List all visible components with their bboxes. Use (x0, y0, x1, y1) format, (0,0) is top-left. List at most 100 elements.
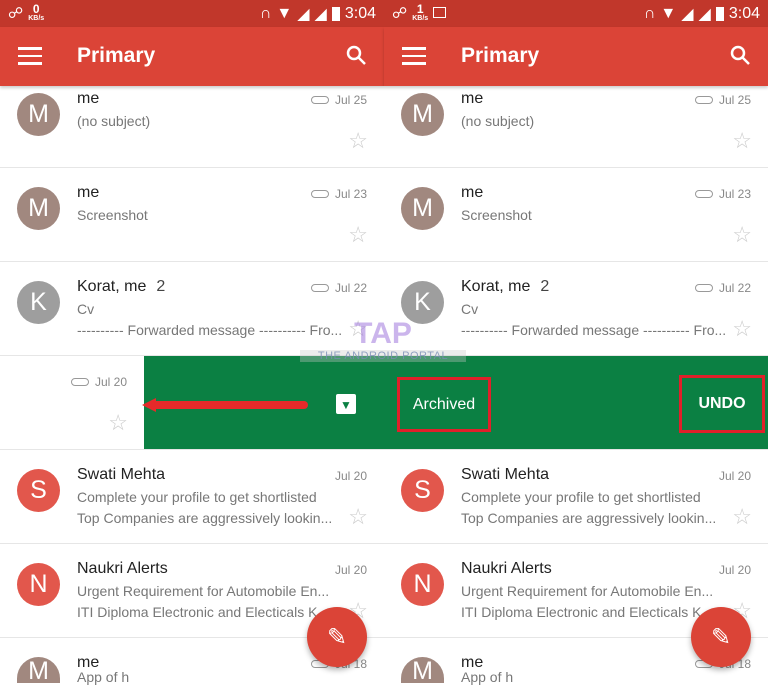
battery-icon (715, 7, 724, 21)
attachment-icon (694, 96, 713, 104)
clock: 3:04 (728, 5, 760, 22)
email-list[interactable]: M me (no subject) Jul 25 ☆ M me Screensh… (384, 74, 768, 684)
swiped-email-row[interactable]: Jul 20 ☆ ▼ (0, 356, 384, 450)
email-list[interactable]: M me (no subject) Jul 25 ☆ M me Screensh… (0, 74, 384, 684)
headset-icon: ∩ (643, 5, 656, 22)
app-bar: Primary (384, 27, 768, 86)
sender-avatar[interactable]: N (401, 563, 444, 606)
sender-avatar[interactable]: S (17, 469, 60, 512)
attachment-icon (694, 190, 713, 198)
email-row[interactable]: S Swati Mehta Complete your profile to g… (0, 450, 384, 544)
sender-name: Swati Mehta (77, 466, 166, 483)
email-date: Jul 23 (310, 187, 367, 201)
star-icon[interactable]: ☆ (348, 316, 368, 342)
menu-icon[interactable] (402, 47, 426, 65)
wifi-icon: ▼ (660, 5, 677, 22)
email-date: Jul 22 (694, 281, 751, 295)
headset-icon: ∩ (259, 5, 272, 22)
email-subject: Complete your profile to get shortlisted (461, 489, 701, 505)
sender-name: Swati Mehta (461, 466, 550, 483)
email-row[interactable]: M me (no subject) Jul 25 ☆ (0, 74, 384, 168)
attachment-icon (310, 284, 329, 292)
star-icon[interactable]: ☆ (732, 128, 752, 154)
phone-screen-1: ☍ 0 KB/s ∩ ▼ ◢ ◢ 3:04 Primary M me (no subjec… (0, 0, 384, 684)
email-subject: Screenshot (461, 207, 532, 223)
swipe-arrow-annotation (142, 398, 308, 412)
page-title: Primary (461, 44, 540, 67)
email-snippet: Top Companies are aggressively lookin... (77, 510, 333, 526)
star-icon[interactable]: ☆ (732, 222, 752, 248)
sender-avatar[interactable]: M (401, 657, 444, 684)
headphones-icon: ☍ (8, 4, 24, 22)
undo-button[interactable]: UNDO (679, 375, 765, 433)
archive-icon: ▼ (336, 394, 356, 414)
battery-icon (331, 7, 340, 21)
network-speed: 1 KB/s (412, 2, 429, 22)
sender-name: me (461, 90, 484, 107)
compose-button[interactable]: ✎ (307, 607, 367, 667)
archive-swipe-background: ▼ (142, 356, 384, 449)
sender-avatar[interactable]: M (17, 657, 60, 684)
attachment-icon (310, 190, 329, 198)
sender-name: me (77, 184, 100, 201)
email-subject: Cv (77, 301, 95, 317)
sender-name: Korat, me 2 (77, 278, 166, 295)
page-title: Primary (77, 44, 156, 67)
star-icon[interactable]: ☆ (348, 128, 368, 154)
search-icon[interactable] (344, 43, 368, 67)
phone-screen-2: ☍ 1 KB/s ∩ ▼ ◢ ◢ 3:04 Primary M me (no subjec… (384, 0, 768, 684)
sender-avatar[interactable]: M (401, 93, 444, 136)
attachment-icon (310, 96, 329, 104)
email-subject: Urgent Requirement for Automobile En... (461, 583, 714, 599)
sender-avatar[interactable]: S (401, 469, 444, 512)
sender-avatar[interactable]: M (17, 93, 60, 136)
star-icon[interactable]: ☆ (108, 410, 128, 436)
sender-avatar[interactable]: K (401, 281, 444, 324)
clock: 3:04 (344, 5, 376, 22)
star-icon[interactable]: ☆ (348, 222, 368, 248)
pencil-icon: ✎ (710, 623, 732, 651)
star-icon[interactable]: ☆ (732, 316, 752, 342)
compose-button[interactable]: ✎ (691, 607, 751, 667)
signal-icon: ◢ (314, 6, 327, 23)
email-date: Jul 25 (694, 93, 751, 107)
status-bar: ☍ 1 KB/s ∩ ▼ ◢ ◢ 3:04 (384, 0, 768, 27)
sender-avatar[interactable]: K (17, 281, 60, 324)
archived-label: Archived (397, 377, 491, 432)
sender-avatar[interactable]: M (17, 187, 60, 230)
archived-snackbar-row: Archived UNDO (384, 356, 768, 450)
email-row[interactable]: K Korat, me 2 Cv ---------- Forwarded mes… (384, 262, 768, 356)
menu-icon[interactable] (18, 47, 42, 65)
sender-name: Naukri Alerts (77, 560, 168, 577)
search-icon[interactable] (728, 43, 752, 67)
email-snippet: ---------- Forwarded message ---------- … (77, 322, 343, 338)
email-row[interactable]: K Korat, me 2 Cv ---------- Forwarded mes… (0, 262, 384, 356)
star-icon[interactable]: ☆ (348, 504, 368, 530)
email-row[interactable]: M me Screenshot Jul 23 ☆ (0, 168, 384, 262)
sender-name: me (461, 184, 484, 201)
wifi-icon: ▼ (276, 5, 293, 22)
email-date: Jul 22 (310, 281, 367, 295)
email-date: Jul 20 (334, 563, 367, 577)
email-subject: Urgent Requirement for Automobile En... (77, 583, 330, 599)
signal-icon: ◢ (681, 6, 694, 23)
email-date: Jul 20 (334, 469, 367, 483)
sender-avatar[interactable]: M (401, 187, 444, 230)
status-bar: ☍ 0 KB/s ∩ ▼ ◢ ◢ 3:04 (0, 0, 384, 27)
email-snippet: ITI Diploma Electronic and Electicals K.… (461, 604, 714, 620)
sender-name: me (77, 90, 100, 107)
email-row[interactable]: S Swati Mehta Complete your profile to g… (384, 450, 768, 544)
archive-background: Archived UNDO (384, 356, 768, 449)
thread-count: 2 (540, 278, 550, 295)
email-row[interactable]: M me Screenshot Jul 23 ☆ (384, 168, 768, 262)
email-row[interactable]: M me (no subject) Jul 25 ☆ (384, 74, 768, 168)
email-subject: Complete your profile to get shortlisted (77, 489, 317, 505)
star-icon[interactable]: ☆ (732, 504, 752, 530)
email-date: Jul 20 (718, 563, 751, 577)
sender-name: Korat, me 2 (461, 278, 550, 295)
email-date: Jul 23 (694, 187, 751, 201)
sender-avatar[interactable]: N (17, 563, 60, 606)
email-date: Jul 25 (310, 93, 367, 107)
app-bar: Primary (0, 27, 384, 86)
attachment-icon (70, 378, 89, 386)
